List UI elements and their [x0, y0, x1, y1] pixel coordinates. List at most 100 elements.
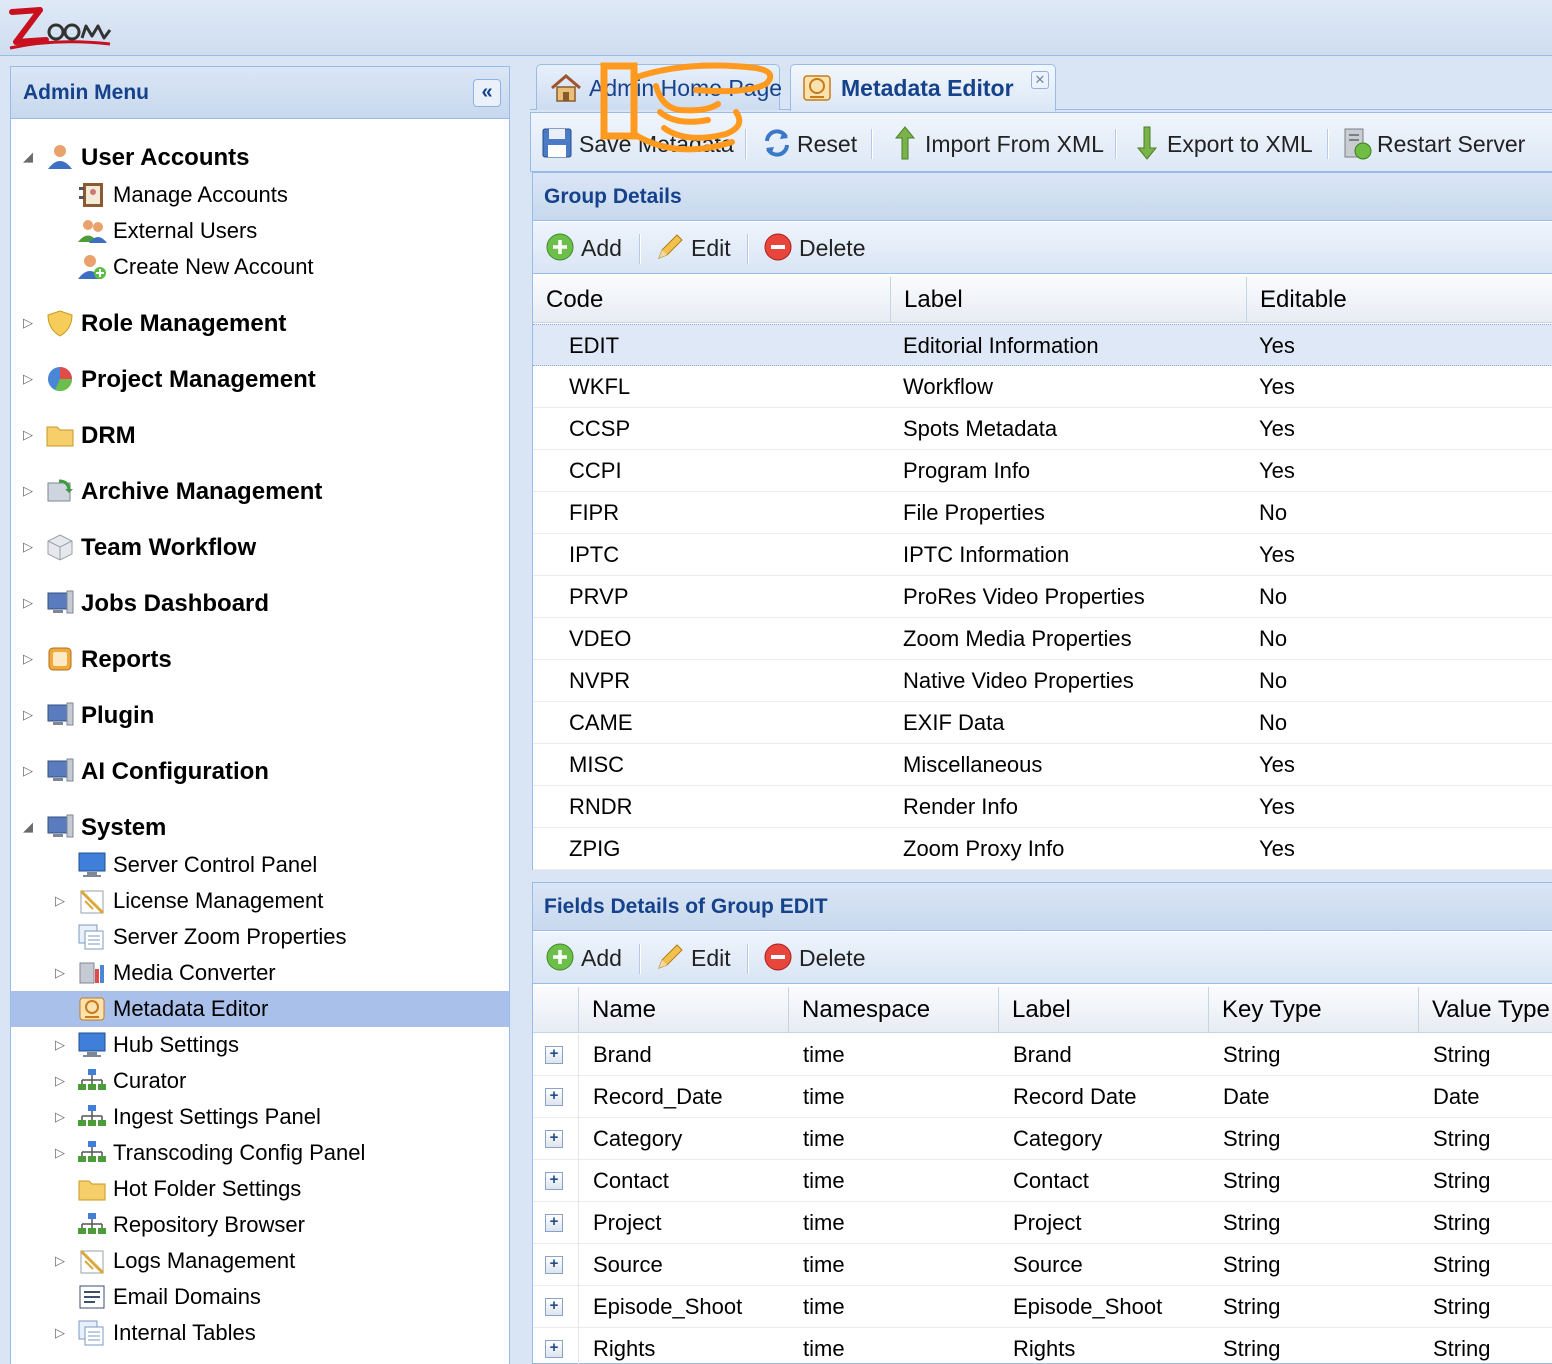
sidebar-item-external-users[interactable]: External Users: [11, 213, 509, 249]
collapsed-triangle-icon[interactable]: ▷: [23, 763, 37, 779]
sidebar-item-ai-configuration[interactable]: ▷ AI Configuration: [11, 753, 509, 789]
sidebar-item-manage-accounts[interactable]: Manage Accounts: [11, 177, 509, 213]
collapsed-triangle-icon[interactable]: ▷: [23, 539, 37, 555]
sidebar-item-team-workflow[interactable]: ▷ Team Workflow: [11, 529, 509, 565]
sidebar-item-hot-folder-settings[interactable]: Hot Folder Settings: [11, 1171, 509, 1207]
table-row[interactable]: + Category time Category String String: [533, 1118, 1552, 1160]
table-row[interactable]: VDEO Zoom Media Properties No: [533, 618, 1552, 660]
sidebar-item-plugin[interactable]: ▷ Plugin: [11, 697, 509, 733]
close-icon[interactable]: ✕: [1031, 71, 1049, 89]
sidebar-item-ingest-settings-panel[interactable]: ▷ Ingest Settings Panel: [11, 1099, 509, 1135]
group-edit-button[interactable]: Edit: [655, 232, 735, 264]
double-chevron-left-icon[interactable]: «: [473, 79, 501, 107]
sidebar-item-email-domains[interactable]: Email Domains: [11, 1279, 509, 1315]
table-row[interactable]: + Record_Date time Record Date Date Date: [533, 1076, 1552, 1118]
field-delete-button[interactable]: Delete: [763, 942, 873, 974]
sidebar-item-reports[interactable]: ▷ Reports: [11, 641, 509, 677]
table-row[interactable]: + Brand time Brand String String: [533, 1034, 1552, 1076]
column-header-code[interactable]: Code: [533, 277, 891, 323]
sidebar-item-media-converter[interactable]: ▷ Media Converter: [11, 955, 509, 991]
sidebar-item-system[interactable]: ◢ System: [11, 809, 509, 845]
column-header-key-type[interactable]: Key Type: [1209, 987, 1419, 1033]
table-row[interactable]: + Source time Source String String: [533, 1244, 1552, 1286]
table-row[interactable]: EDIT Editorial Information Yes: [533, 324, 1552, 366]
sidebar-item-server-control-panel[interactable]: Server Control Panel: [11, 847, 509, 883]
collapsed-triangle-icon[interactable]: ▷: [23, 483, 37, 499]
column-header-editable[interactable]: Editable: [1247, 277, 1552, 323]
expand-row-icon[interactable]: +: [545, 1298, 563, 1316]
table-row[interactable]: + Episode_Shoot time Episode_Shoot String Str…: [533, 1286, 1552, 1328]
expand-row-icon[interactable]: +: [545, 1256, 563, 1274]
import-from-xml-button[interactable]: Import From XML: [889, 125, 1109, 161]
expand-row-icon[interactable]: +: [545, 1214, 563, 1232]
sidebar-item-repository-browser[interactable]: Repository Browser: [11, 1207, 509, 1243]
expand-row-icon[interactable]: +: [545, 1130, 563, 1148]
column-header-label[interactable]: Label: [999, 987, 1209, 1033]
table-row[interactable]: + Project time Project String String: [533, 1202, 1552, 1244]
table-row[interactable]: + Rights time Rights String String: [533, 1328, 1552, 1364]
table-row[interactable]: CCSP Spots Metadata Yes: [533, 408, 1552, 450]
expanded-triangle-icon[interactable]: ◢: [23, 149, 37, 165]
collapsed-triangle-icon[interactable]: ▷: [23, 651, 37, 667]
collapsed-triangle-icon[interactable]: ▷: [55, 1109, 69, 1125]
collapsed-triangle-icon[interactable]: ▷: [55, 1325, 69, 1341]
sidebar-item-role-management[interactable]: ▷ Role Management: [11, 305, 509, 341]
restart-server-button[interactable]: Restart Server: [1341, 125, 1541, 161]
save-metadata-button[interactable]: Save Metadata: [541, 125, 741, 161]
field-edit-button[interactable]: Edit: [655, 942, 735, 974]
sidebar-item-hub-settings[interactable]: ▷ Hub Settings: [11, 1027, 509, 1063]
sidebar-item-metadata-editor[interactable]: Metadata Editor: [11, 991, 509, 1027]
collapsed-triangle-icon[interactable]: ▷: [55, 893, 69, 909]
table-row[interactable]: NVPR Native Video Properties No: [533, 660, 1552, 702]
group-delete-button[interactable]: Delete: [763, 232, 873, 264]
collapsed-triangle-icon[interactable]: ▷: [55, 1253, 69, 1269]
sidebar-item-create-new-account[interactable]: Create New Account: [11, 249, 509, 285]
column-header-value-type[interactable]: Value Type: [1419, 987, 1552, 1033]
collapsed-triangle-icon[interactable]: ▷: [55, 1145, 69, 1161]
table-row[interactable]: FIPR File Properties No: [533, 492, 1552, 534]
table-row[interactable]: RNDR Render Info Yes: [533, 786, 1552, 828]
table-row[interactable]: ZPIG Zoom Proxy Info Yes: [533, 828, 1552, 870]
reset-button[interactable]: Reset: [761, 125, 861, 161]
table-row[interactable]: + Contact time Contact String String: [533, 1160, 1552, 1202]
sidebar-item-server-zoom-properties[interactable]: Server Zoom Properties: [11, 919, 509, 955]
table-row[interactable]: IPTC IPTC Information Yes: [533, 534, 1552, 576]
collapsed-triangle-icon[interactable]: ▷: [23, 427, 37, 443]
table-row[interactable]: CCPI Program Info Yes: [533, 450, 1552, 492]
expand-row-icon[interactable]: +: [545, 1088, 563, 1106]
export-to-xml-button[interactable]: Export to XML: [1131, 125, 1321, 161]
table-row[interactable]: WKFL Workflow Yes: [533, 366, 1552, 408]
sidebar-item-archive-management[interactable]: ▷ Archive Management: [11, 473, 509, 509]
collapsed-triangle-icon[interactable]: ▷: [23, 315, 37, 331]
table-row[interactable]: PRVP ProRes Video Properties No: [533, 576, 1552, 618]
collapsed-triangle-icon[interactable]: ▷: [23, 707, 37, 723]
sidebar-item-project-management[interactable]: ▷ Project Management: [11, 361, 509, 397]
sidebar-item-jobs-dashboard[interactable]: ▷ Jobs Dashboard: [11, 585, 509, 621]
table-row[interactable]: MISC Miscellaneous Yes: [533, 744, 1552, 786]
column-header-label[interactable]: Label: [891, 277, 1247, 323]
expand-row-icon[interactable]: +: [545, 1172, 563, 1190]
collapsed-triangle-icon[interactable]: ▷: [23, 371, 37, 387]
sidebar-item-curator[interactable]: ▷ Curator: [11, 1063, 509, 1099]
sidebar-item-drm[interactable]: ▷ DRM: [11, 417, 509, 453]
tab-admin-home-page[interactable]: Admin Home Page: [536, 64, 782, 110]
sidebar-item-license-management[interactable]: ▷ License Management: [11, 883, 509, 919]
sidebar-item-user-accounts[interactable]: ◢ User Accounts: [11, 139, 509, 175]
cell-editable: Yes: [1259, 458, 1295, 483]
group-add-button[interactable]: Add: [545, 232, 625, 264]
sidebar-item-logs-management[interactable]: ▷ Logs Management: [11, 1243, 509, 1279]
sidebar-item-transcoding-config-panel[interactable]: ▷ Transcoding Config Panel: [11, 1135, 509, 1171]
collapsed-triangle-icon[interactable]: ▷: [55, 1073, 69, 1089]
expand-row-icon[interactable]: +: [545, 1046, 563, 1064]
column-header-namespace[interactable]: Namespace: [789, 987, 999, 1033]
expanded-triangle-icon[interactable]: ◢: [23, 819, 37, 835]
sidebar-item-internal-tables[interactable]: ▷ Internal Tables: [11, 1315, 509, 1351]
collapsed-triangle-icon[interactable]: ▷: [55, 1037, 69, 1053]
collapsed-triangle-icon[interactable]: ▷: [55, 965, 69, 981]
field-add-button[interactable]: Add: [545, 942, 625, 974]
tab-metadata-editor[interactable]: Metadata Editor ✕: [790, 64, 1056, 111]
collapsed-triangle-icon[interactable]: ▷: [23, 595, 37, 611]
expand-row-icon[interactable]: +: [545, 1340, 563, 1358]
table-row[interactable]: CAME EXIF Data No: [533, 702, 1552, 744]
column-header-name[interactable]: Name: [579, 987, 789, 1033]
